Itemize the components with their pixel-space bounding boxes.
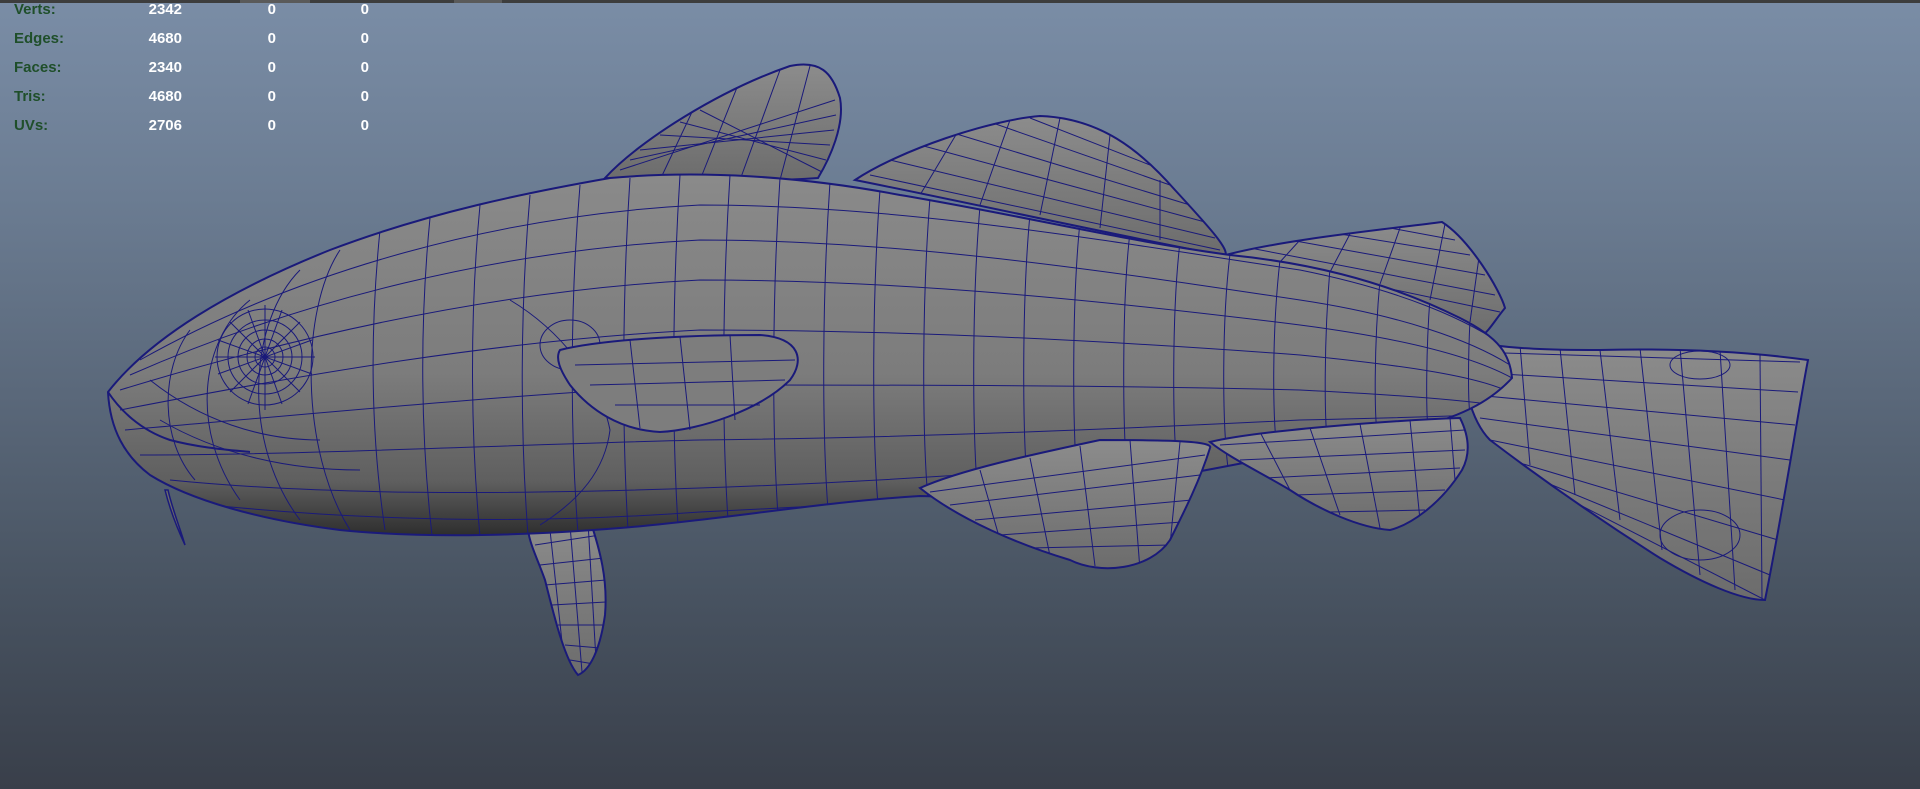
viewport-panel[interactable]: Verts: 2342 0 0 Edges: 4680 0 0 Faces: 2340 0 0 Tris… [0, 0, 1920, 789]
hud-value: 4680 [148, 30, 182, 47]
pelvic-fin [526, 518, 607, 677]
hud-row: Verts: 2342 0 0 [0, 0, 420, 20]
hud-row: UVs: 2706 0 0 [0, 116, 420, 136]
hud-label: Faces: [14, 59, 62, 76]
hud-value: 0 [267, 88, 276, 105]
hud-value: 0 [360, 88, 369, 105]
hud-value: 0 [360, 59, 369, 76]
hud-value: 2706 [148, 117, 182, 134]
hud-value: 0 [267, 1, 276, 18]
hud-label: Edges: [14, 30, 65, 47]
hud-value: 0 [360, 1, 369, 18]
hud-value: 0 [360, 30, 369, 47]
hud-value: 2340 [148, 59, 182, 76]
hud-row: Tris: 4680 0 0 [0, 87, 420, 107]
hud-label: Verts: [14, 1, 56, 18]
hud-value: 0 [267, 59, 276, 76]
hud-value: 4680 [148, 88, 182, 105]
hud-label: Tris: [14, 88, 46, 105]
chin-barbel [164, 489, 186, 546]
hud-label: UVs: [14, 117, 49, 134]
hud-row: Edges: 4680 0 0 [0, 29, 420, 49]
hud-value: 0 [360, 117, 369, 134]
dorsal-fin-first [602, 63, 842, 182]
hud-value: 2342 [148, 1, 182, 18]
hud-row: Faces: 2340 0 0 [0, 58, 420, 78]
hud-value: 0 [267, 30, 276, 47]
hud-value: 0 [267, 117, 276, 134]
anal-fin-second [1207, 416, 1469, 532]
